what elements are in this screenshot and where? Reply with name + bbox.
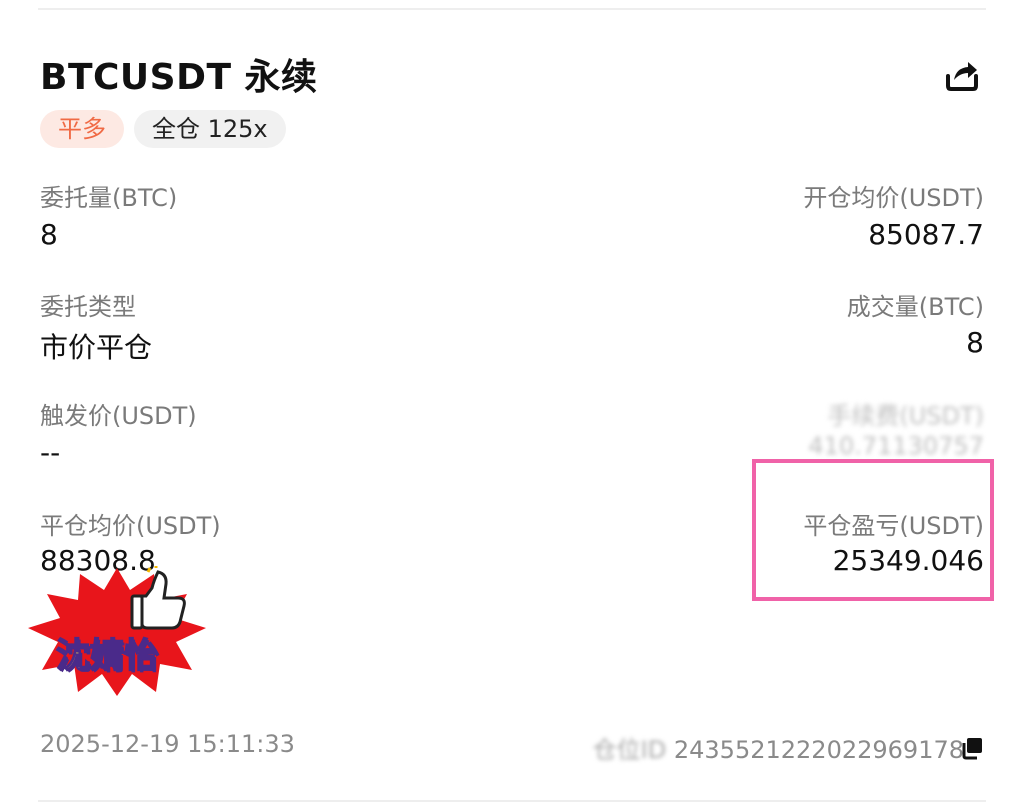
filled-qty-value: 8 (966, 326, 984, 359)
copy-icon[interactable] (960, 736, 984, 760)
thumbs-up-icon (130, 566, 186, 630)
order-timestamp: 2025-12-19 15:11:33 (40, 730, 295, 758)
share-button[interactable] (940, 52, 984, 96)
position-id-label: 仓位ID (592, 736, 667, 764)
badge-group: 平多 全仓 125x (40, 110, 286, 148)
order-qty-value: 8 (40, 218, 58, 251)
close-avg-price-label: 平仓均价(USDT) (40, 512, 221, 540)
trigger-price-label: 触发价(USDT) (40, 402, 197, 430)
share-icon (946, 62, 978, 91)
order-type-value: 市价平仓 (40, 331, 153, 364)
fee-label: 手续费(USDT) (827, 402, 984, 430)
margin-badge: 全仓 125x (134, 110, 286, 148)
order-type-label: 委托类型 (40, 293, 136, 321)
side-badge: 平多 (40, 110, 124, 148)
bottom-divider (38, 800, 986, 802)
order-qty-label: 委托量(BTC) (40, 184, 178, 212)
trigger-price-value: -- (40, 436, 61, 469)
position-id: 仓位ID 2435521222022969178 (593, 730, 964, 765)
filled-qty-label: 成交量(BTC) (846, 293, 984, 321)
page-title: BTCUSDT 永续 (40, 57, 318, 98)
open-avg-price-value: 85087.7 (868, 218, 984, 251)
sticker-text: 沈婧怡 (55, 635, 159, 677)
top-divider (38, 8, 986, 10)
fee-value: 410.71130757 (808, 432, 984, 460)
open-avg-price-label: 开仓均价(USDT) (803, 184, 984, 212)
pnl-highlight-box (752, 459, 994, 601)
position-id-value: 2435521222022969178 (673, 736, 964, 764)
